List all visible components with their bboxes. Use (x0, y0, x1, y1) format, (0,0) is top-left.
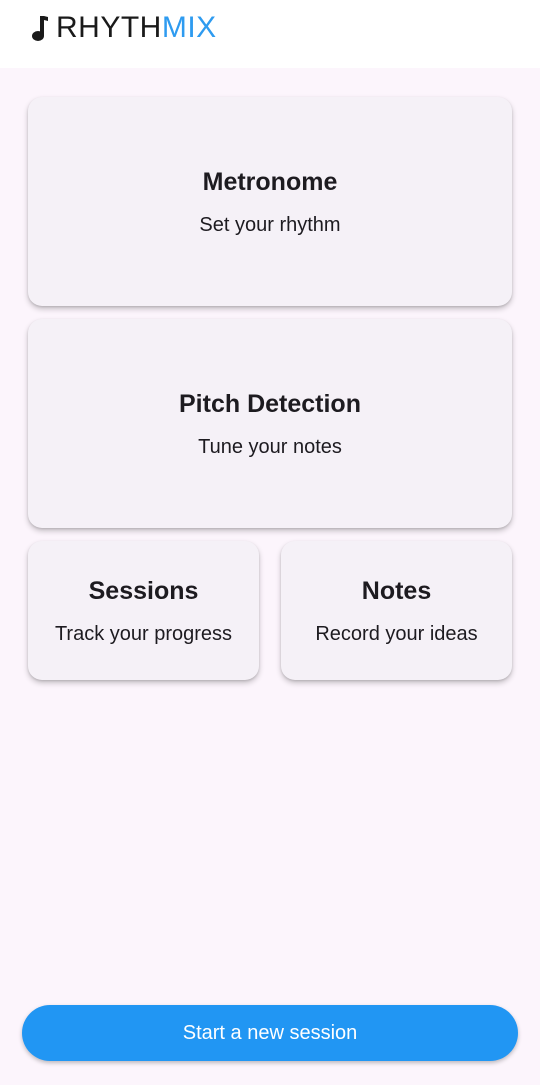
notes-card[interactable]: Notes Record your ideas (281, 541, 512, 680)
card-subtitle: Track your progress (54, 622, 233, 645)
card-title: Metronome (202, 167, 338, 196)
card-title: Notes (361, 576, 432, 605)
card-subtitle: Record your ideas (315, 622, 478, 645)
app-title-accent: MIX (161, 11, 217, 44)
app-title-primary: RHYTH (56, 11, 162, 44)
pitch-detection-card[interactable]: Pitch Detection Tune your notes (28, 319, 512, 528)
card-title: Pitch Detection (179, 389, 361, 418)
card-subtitle: Set your rhythm (199, 213, 341, 236)
app-title: RHYTHMIX (56, 10, 217, 46)
app-logo: RHYTHMIX (30, 10, 217, 46)
music-note-icon (32, 16, 48, 41)
metronome-card[interactable]: Metronome Set your rhythm (28, 97, 512, 306)
sessions-card[interactable]: Sessions Track your progress (28, 541, 259, 680)
start-session-button[interactable]: Start a new session (22, 1005, 518, 1061)
card-title: Sessions (88, 576, 199, 605)
card-subtitle: Tune your notes (198, 435, 342, 458)
app-bar: RHYTHMIX (0, 0, 540, 68)
